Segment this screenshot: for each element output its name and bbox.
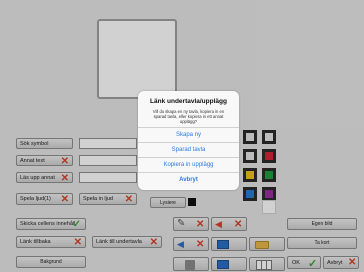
create-new-option[interactable]: Skapa ny bbox=[138, 127, 239, 143]
copy-layout-option[interactable]: Kopiera in upplägg bbox=[138, 157, 239, 173]
dialog-message: Vill du skapa en ny tavla, kopiera in en… bbox=[152, 109, 225, 124]
link-subtable-dialog: Länk undertavla/upplägg Vill du skapa en… bbox=[138, 91, 239, 190]
dialog-title: Länk undertavla/upplägg bbox=[150, 98, 227, 105]
saved-table-option[interactable]: Sparad tavla bbox=[138, 142, 239, 158]
cancel-option[interactable]: Avbryt bbox=[138, 172, 239, 188]
